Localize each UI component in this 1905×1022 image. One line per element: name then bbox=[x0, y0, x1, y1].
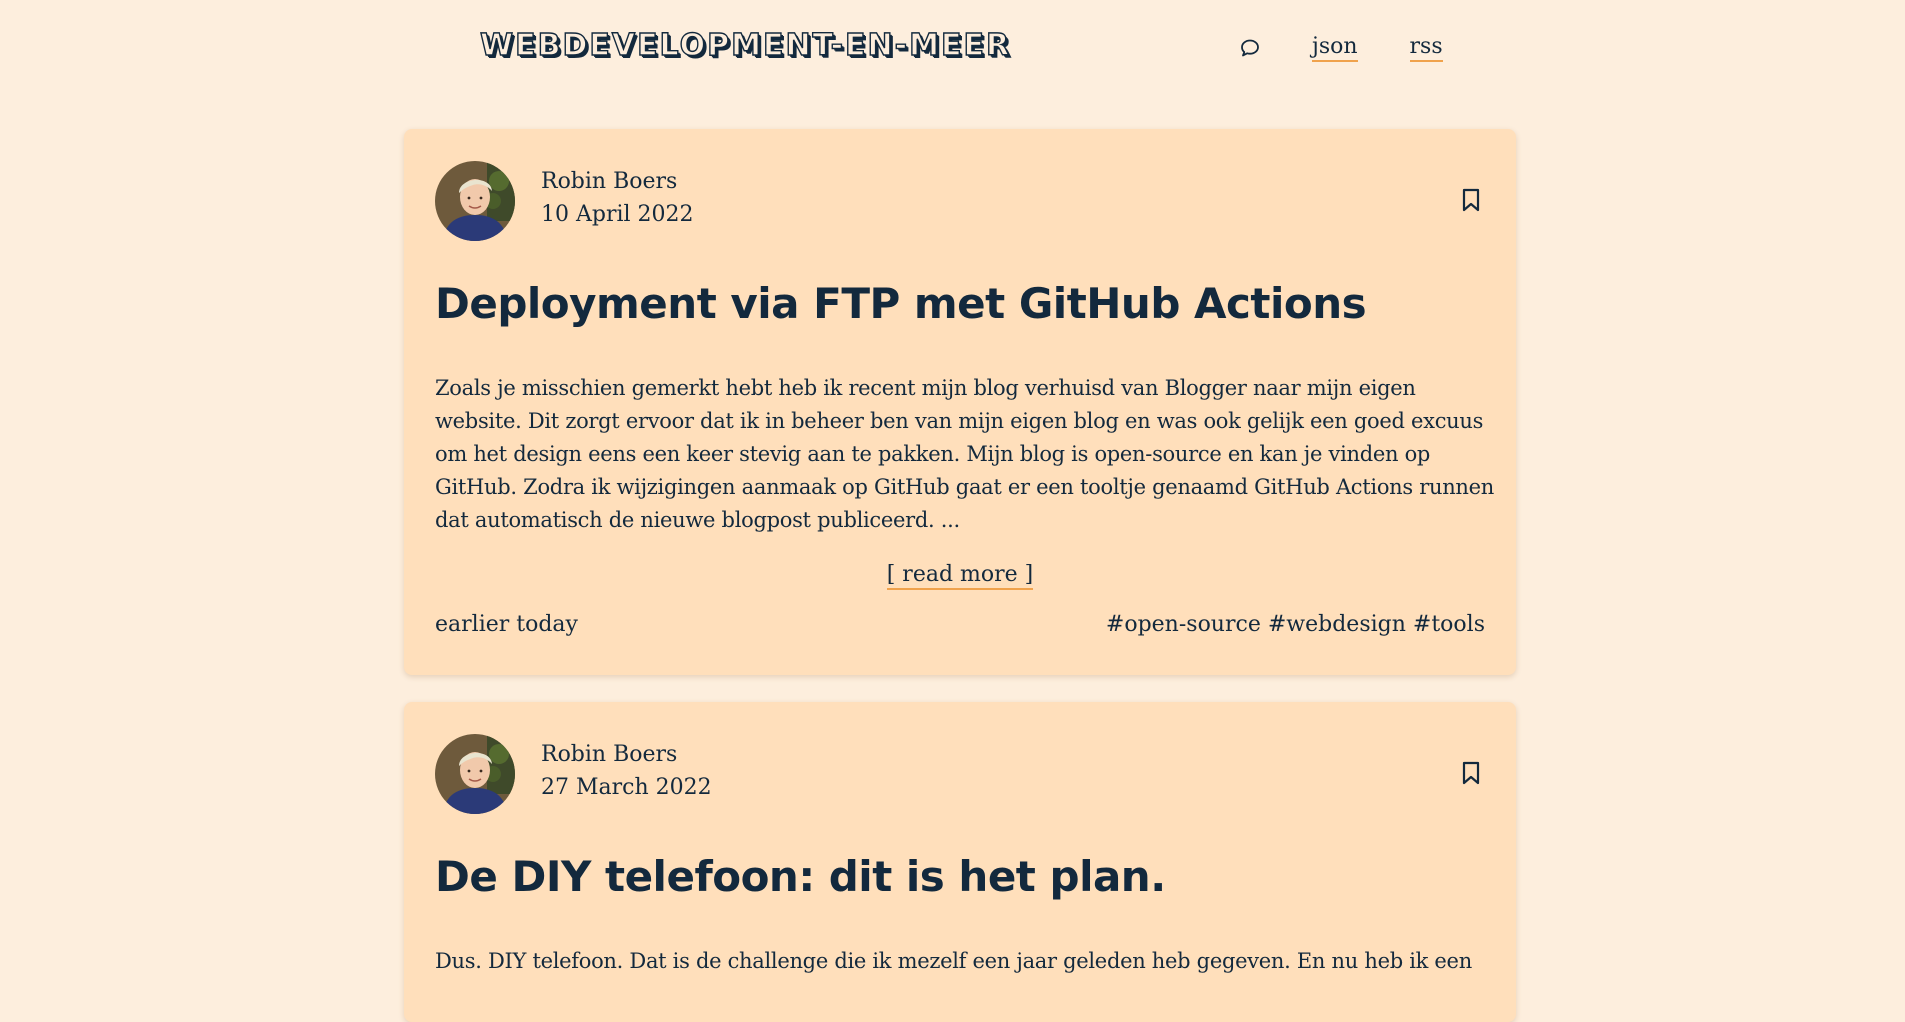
rss-feed-link[interactable]: rss bbox=[1409, 34, 1443, 62]
author-name: Robin Boers bbox=[541, 169, 678, 194]
site-header: webdevelopment-en-meer json rss bbox=[0, 0, 1905, 100]
post-title[interactable]: De DIY telefoon: dit is het plan. bbox=[435, 852, 1166, 901]
post-tags: #open-source #webdesign #tools bbox=[1106, 612, 1485, 637]
author-name: Robin Boers bbox=[541, 742, 678, 767]
post-card: Robin Boers 27 March 2022 De DIY telefoo… bbox=[404, 702, 1516, 1022]
json-feed-link[interactable]: json bbox=[1312, 34, 1358, 62]
top-nav: json rss bbox=[1236, 34, 1443, 62]
search-icon[interactable] bbox=[1236, 34, 1264, 62]
post-excerpt: Dus. DIY telefoon. Dat is de challenge d… bbox=[435, 949, 1472, 973]
bookmark-icon[interactable] bbox=[1460, 187, 1482, 213]
post-card: Robin Boers 10 April 2022 Deployment via… bbox=[404, 129, 1516, 675]
tag-link[interactable]: #tools bbox=[1413, 612, 1485, 637]
bookmark-icon[interactable] bbox=[1460, 760, 1482, 786]
tag-link[interactable]: #webdesign bbox=[1268, 612, 1406, 637]
site-logo[interactable]: webdevelopment-en-meer bbox=[479, 27, 1011, 63]
author-avatar bbox=[435, 734, 515, 814]
tag-link[interactable]: #open-source bbox=[1106, 612, 1261, 637]
post-date: 27 March 2022 bbox=[541, 775, 712, 800]
read-more-link[interactable]: [ read more ] bbox=[886, 562, 1034, 590]
post-excerpt: Zoals je misschien gemerkt hebt heb ik r… bbox=[435, 376, 1495, 532]
post-relative-time: earlier today bbox=[435, 612, 578, 637]
author-avatar bbox=[435, 161, 515, 241]
post-title[interactable]: Deployment via FTP met GitHub Actions bbox=[435, 279, 1367, 328]
post-date: 10 April 2022 bbox=[541, 202, 694, 227]
read-more-container: [ read more ] bbox=[404, 562, 1516, 590]
